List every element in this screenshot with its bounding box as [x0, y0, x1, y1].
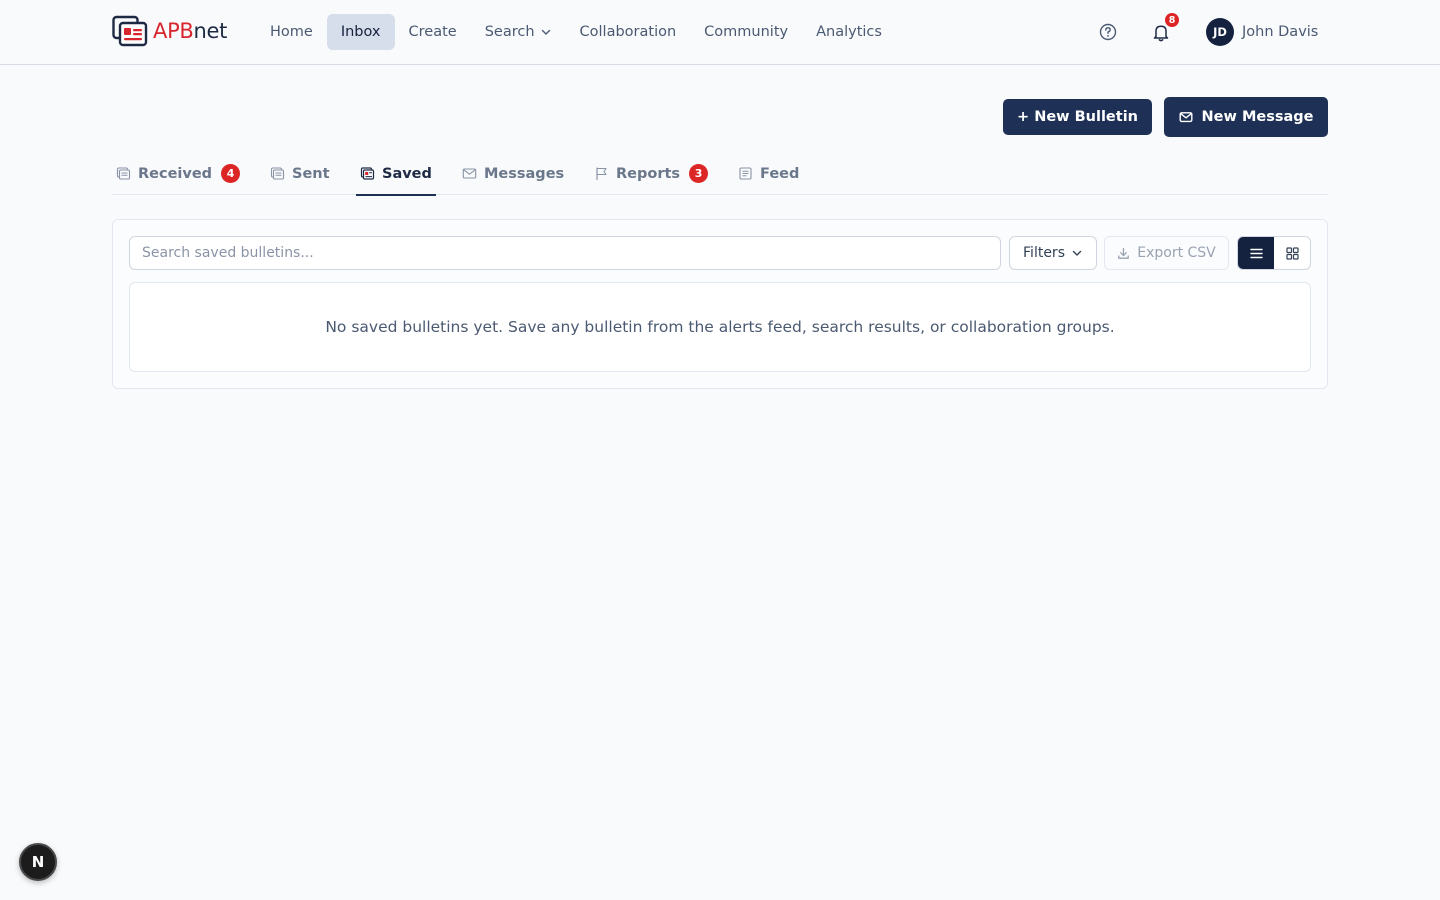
envelope-icon	[462, 168, 477, 179]
empty-state-message: No saved bulletins yet. Save any bulleti…	[129, 282, 1311, 372]
floating-n-button[interactable]: N	[19, 843, 57, 881]
brand-name-part2: net	[193, 19, 228, 43]
nav-community[interactable]: Community	[690, 14, 802, 50]
search-input[interactable]	[129, 236, 1001, 270]
grid-view-button[interactable]	[1274, 237, 1310, 269]
filters-label: Filters	[1023, 245, 1065, 261]
tab-received-label: Received	[138, 165, 213, 182]
tab-feed-label: Feed	[760, 165, 800, 182]
top-navbar: APBnet Home Inbox Create Search Collabor…	[0, 0, 1440, 65]
saved-bulletins-panel: Filters Export CSV No saved bulletins ye…	[112, 219, 1328, 389]
document-icon	[116, 167, 131, 180]
question-circle-icon[interactable]	[1098, 22, 1118, 42]
new-message-label: New Message	[1201, 109, 1314, 125]
tab-sent-label: Sent	[292, 165, 330, 182]
chevron-down-icon	[1072, 250, 1082, 256]
tab-saved[interactable]: Saved	[356, 152, 436, 196]
avatar: JD	[1206, 18, 1234, 46]
user-menu[interactable]: JD John Davis	[1206, 18, 1318, 46]
bulletin-logo-icon	[112, 15, 148, 47]
nav-search[interactable]: Search	[471, 14, 566, 50]
new-message-button[interactable]: New Message	[1164, 97, 1328, 137]
view-mode-toggle	[1237, 236, 1311, 270]
tab-reports-badge: 3	[689, 164, 709, 183]
tab-reports-label: Reports	[616, 165, 681, 182]
list-icon	[1249, 248, 1263, 258]
download-icon	[1118, 247, 1130, 259]
tab-received-badge: 4	[221, 164, 241, 183]
nav-analytics[interactable]: Analytics	[802, 14, 896, 50]
tab-saved-label: Saved	[382, 165, 432, 182]
nav-search-label: Search	[484, 24, 535, 40]
brand-name-part1: APB	[153, 19, 194, 43]
brand-name: APBnet	[153, 15, 227, 47]
new-bulletin-button[interactable]: + New Bulletin	[1003, 99, 1152, 135]
chevron-down-icon	[541, 29, 550, 35]
flag-icon	[596, 167, 607, 181]
notification-count-badge: 8	[1164, 12, 1180, 28]
tab-messages[interactable]: Messages	[462, 152, 564, 195]
brand-logo[interactable]: APBnet	[112, 15, 227, 47]
export-csv-label: Export CSV	[1137, 245, 1216, 261]
grid-icon	[1285, 246, 1299, 260]
feed-icon	[739, 167, 752, 180]
document-icon	[270, 167, 285, 180]
tab-messages-label: Messages	[484, 165, 565, 182]
envelope-icon	[1179, 112, 1193, 123]
export-csv-button[interactable]: Export CSV	[1104, 236, 1229, 270]
main-nav: Home Inbox Create Search Collaboration C…	[256, 14, 896, 50]
nav-collaboration[interactable]: Collaboration	[566, 14, 691, 50]
tab-reports[interactable]: Reports 3	[594, 152, 709, 195]
tab-feed[interactable]: Feed	[738, 152, 799, 195]
inbox-tabs: Received 4 Sent Saved Messages Reports 3…	[112, 152, 1328, 196]
list-view-button[interactable]	[1238, 237, 1274, 269]
bookmark-document-icon	[360, 167, 375, 180]
tab-sent[interactable]: Sent	[270, 152, 330, 195]
user-name: John Davis	[1242, 24, 1319, 40]
filters-button[interactable]: Filters	[1009, 236, 1097, 270]
nav-inbox[interactable]: Inbox	[326, 14, 395, 50]
nav-home[interactable]: Home	[256, 14, 327, 50]
tab-received[interactable]: Received 4	[116, 152, 241, 195]
nav-create[interactable]: Create	[395, 14, 471, 50]
